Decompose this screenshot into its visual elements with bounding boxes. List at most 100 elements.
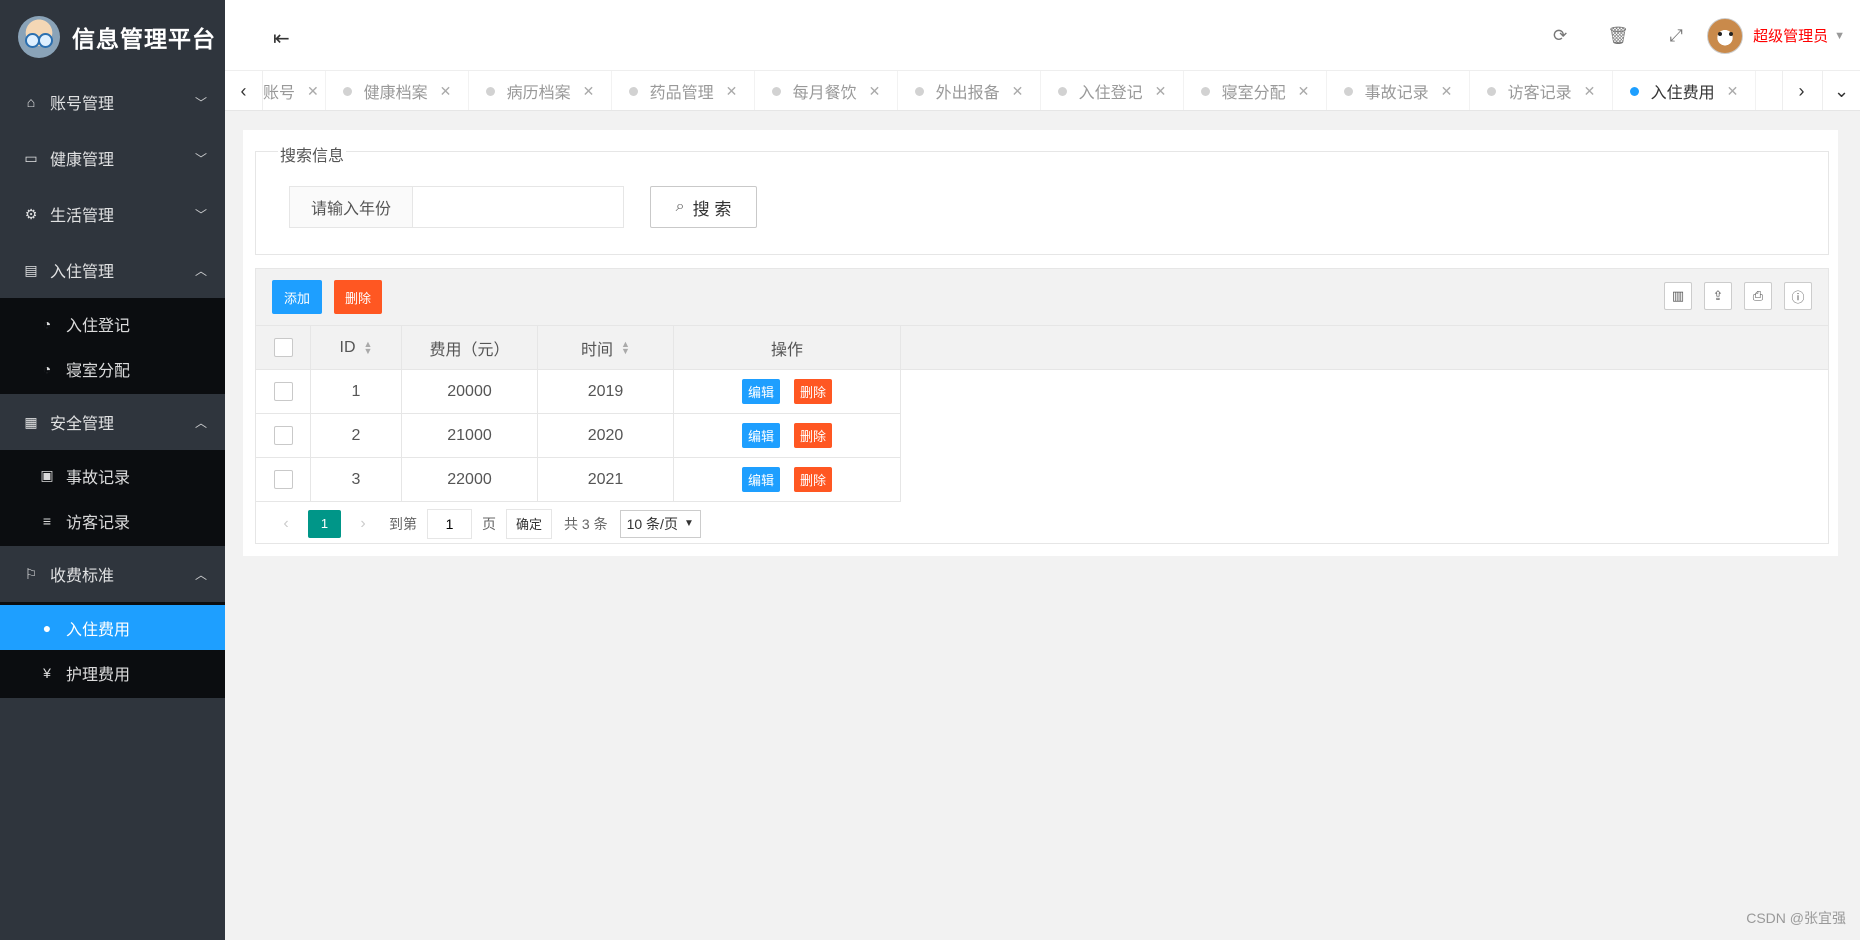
close-icon[interactable]: ✕ bbox=[869, 83, 881, 100]
top-header: ⇤ ⟳ 🗑 ⤢ 超级管理员 ▼ bbox=[225, 0, 1860, 71]
goto-page-input[interactable] bbox=[427, 508, 472, 539]
menu-fees[interactable]: ⚐ 收费标准 ︿ bbox=[0, 546, 225, 602]
chevron-down-icon: ﹀ bbox=[194, 95, 207, 110]
tab-accidents[interactable]: 事故记录 ✕ bbox=[1327, 71, 1470, 110]
tab-strip: 账号 ✕ 健康档案 ✕ 病历档案 ✕ 药品管理 ✕ 每月餐饮 ✕ 外出报备 ✕ 入住登记 ✕ … bbox=[263, 71, 1756, 110]
sidebar-item-accidents[interactable]: ▣ 事故记录 bbox=[0, 453, 225, 498]
delete-button[interactable]: 删除 bbox=[794, 467, 833, 492]
edit-button[interactable]: 编辑 bbox=[741, 379, 780, 404]
row-checkbox[interactable] bbox=[273, 426, 293, 445]
sidebar-item-checkin-register[interactable]: ◔ 入住登记 bbox=[0, 301, 225, 346]
close-icon[interactable]: ✕ bbox=[307, 83, 319, 100]
gears-icon: ⚙ bbox=[24, 205, 38, 222]
tab-label: 寝室分配 bbox=[1221, 85, 1286, 102]
sidebar-toggle-icon[interactable]: ⇤ bbox=[273, 26, 290, 51]
chevron-down-icon[interactable]: ⌄ bbox=[1822, 71, 1860, 110]
user-name[interactable]: 超级管理员 bbox=[1753, 25, 1828, 46]
menu-life[interactable]: ⚙ 生活管理 ﹀ bbox=[0, 186, 225, 242]
refresh-icon[interactable]: ⟳ bbox=[1531, 26, 1589, 46]
print-icon[interactable]: ⎙ bbox=[1744, 282, 1772, 310]
tab-visitors[interactable]: 访客记录 ✕ bbox=[1470, 71, 1613, 110]
close-icon[interactable]: ✕ bbox=[1298, 83, 1310, 100]
add-button[interactable]: 添加 bbox=[272, 280, 322, 314]
sidebar-item-nursing-fee[interactable]: ¥ 护理费用 bbox=[0, 650, 225, 695]
column-header-time[interactable]: 时间 ▲ ▼ bbox=[538, 326, 674, 369]
header-checkbox-cell bbox=[256, 326, 311, 369]
sidebar-item-label: 寝室分配 bbox=[66, 362, 131, 380]
tab-meals[interactable]: 每月餐饮 ✕ bbox=[755, 71, 898, 110]
close-icon[interactable]: ✕ bbox=[583, 83, 595, 100]
columns-icon[interactable]: ▥ bbox=[1664, 282, 1692, 310]
tab-scroll-left-icon[interactable]: ‹ bbox=[225, 71, 263, 110]
tab-scroll-right-icon[interactable]: › bbox=[1782, 71, 1820, 110]
close-icon[interactable]: ✕ bbox=[726, 83, 738, 100]
close-icon[interactable]: ✕ bbox=[1584, 83, 1596, 100]
batch-delete-button[interactable]: 删除 bbox=[334, 280, 382, 314]
tab-checkin-fee[interactable]: 入住费用 ✕ bbox=[1613, 71, 1756, 110]
search-button[interactable]: ⌕ 搜 索 bbox=[650, 186, 757, 228]
close-icon[interactable]: ✕ bbox=[440, 83, 452, 100]
chevron-up-icon: ︿ bbox=[194, 415, 207, 430]
table-toolbar: 添加 删除 ▥ ⇪ ⎙ ⓘ bbox=[256, 269, 1828, 326]
trash-icon[interactable]: 🗑 bbox=[1589, 26, 1647, 46]
caret-down-icon[interactable]: ▼ bbox=[1834, 30, 1845, 42]
search-fieldset: 搜索信息 请输入年份 ⌕ 搜 索 bbox=[255, 142, 1829, 255]
edit-button[interactable]: 编辑 bbox=[741, 467, 780, 492]
chevron-up-icon: ︿ bbox=[194, 263, 207, 278]
fullscreen-icon[interactable]: ⤢ bbox=[1647, 26, 1705, 46]
tab-dot-icon bbox=[1343, 86, 1353, 96]
row-checkbox[interactable] bbox=[273, 470, 293, 489]
tab-dot-icon bbox=[342, 86, 352, 96]
close-icon[interactable]: ✕ bbox=[1727, 83, 1739, 100]
sidebar-item-visitors[interactable]: ≡ 访客记录 bbox=[0, 498, 225, 543]
page-size-select[interactable]: 10 条/页 ▼ bbox=[619, 509, 701, 538]
tab-dot-icon bbox=[1486, 86, 1496, 96]
menu-checkin[interactable]: ▤ 入住管理 ︿ bbox=[0, 242, 225, 298]
info-icon[interactable]: ⓘ bbox=[1784, 282, 1812, 310]
close-icon[interactable]: ✕ bbox=[1155, 83, 1167, 100]
prev-page-icon[interactable]: ‹ bbox=[270, 515, 302, 533]
column-header-id[interactable]: ID ▲ ▼ bbox=[311, 326, 402, 369]
fee-table: 添加 删除 ▥ ⇪ ⎙ ⓘ ID ▲ ▼ 费用（元） 时间 ▲ ▼ 操作 1 20000 bbox=[255, 268, 1829, 544]
tab-health-records[interactable]: 健康档案 ✕ bbox=[326, 71, 469, 110]
tab-medicine[interactable]: 药品管理 ✕ bbox=[612, 71, 755, 110]
cell-actions: 编辑 删除 bbox=[674, 370, 901, 413]
tab-account[interactable]: 账号 ✕ bbox=[263, 71, 326, 110]
close-icon[interactable]: ✕ bbox=[1012, 83, 1024, 100]
tab-dorm-assign[interactable]: 寝室分配 ✕ bbox=[1184, 71, 1327, 110]
sidebar-item-dorm-assign[interactable]: ◔ 寝室分配 bbox=[0, 346, 225, 391]
edit-button[interactable]: 编辑 bbox=[741, 423, 780, 448]
select-all-checkbox[interactable] bbox=[273, 338, 293, 357]
row-checkbox[interactable] bbox=[273, 382, 293, 401]
sort-icon[interactable]: ▲ ▼ bbox=[364, 339, 373, 355]
menu-account[interactable]: ⌂ 账号管理 ﹀ bbox=[0, 74, 225, 130]
tab-outing[interactable]: 外出报备 ✕ bbox=[898, 71, 1041, 110]
next-page-icon[interactable]: › bbox=[347, 515, 379, 533]
menu-label: 账号管理 bbox=[50, 96, 115, 113]
export-icon[interactable]: ⇪ bbox=[1704, 282, 1732, 310]
chevron-up-icon: ︿ bbox=[194, 567, 207, 582]
sidebar: 信息管理平台 ⌂ 账号管理 ﹀ ▭ 健康管理 ﹀ ⚙ 生活管理 ﹀ ▤ 入住管理… bbox=[0, 0, 225, 940]
tab-dot-icon bbox=[1057, 86, 1067, 96]
sidebar-item-checkin-fee[interactable]: ● 入住费用 bbox=[0, 605, 225, 650]
delete-button[interactable]: 删除 bbox=[794, 379, 833, 404]
year-search-input[interactable] bbox=[412, 186, 624, 228]
file-icon: ▤ bbox=[24, 261, 38, 278]
menu-group-fees: ⚐ 收费标准 ︿ ● 入住费用 ¥ 护理费用 bbox=[0, 546, 225, 698]
menu-safety[interactable]: ▦ 安全管理 ︿ bbox=[0, 394, 225, 450]
tab-medical-records[interactable]: 病历档案 ✕ bbox=[469, 71, 612, 110]
page-current[interactable]: 1 bbox=[308, 509, 341, 538]
cell-actions: 编辑 删除 bbox=[674, 414, 901, 457]
menu-group-account: ⌂ 账号管理 ﹀ bbox=[0, 74, 225, 130]
tab-label: 外出报备 bbox=[935, 85, 1000, 102]
menu-health[interactable]: ▭ 健康管理 ﹀ bbox=[0, 130, 225, 186]
tab-checkin-register[interactable]: 入住登记 ✕ bbox=[1041, 71, 1184, 110]
sort-icon[interactable]: ▲ ▼ bbox=[621, 339, 630, 355]
delete-button[interactable]: 删除 bbox=[794, 423, 833, 448]
avatar[interactable] bbox=[1707, 17, 1744, 54]
goto-confirm-button[interactable]: 确定 bbox=[506, 508, 553, 539]
close-icon[interactable]: ✕ bbox=[1441, 83, 1453, 100]
logo-avatar-icon bbox=[18, 16, 60, 58]
column-label: 操作 bbox=[770, 341, 803, 359]
chevron-down-icon: ﹀ bbox=[194, 207, 207, 222]
